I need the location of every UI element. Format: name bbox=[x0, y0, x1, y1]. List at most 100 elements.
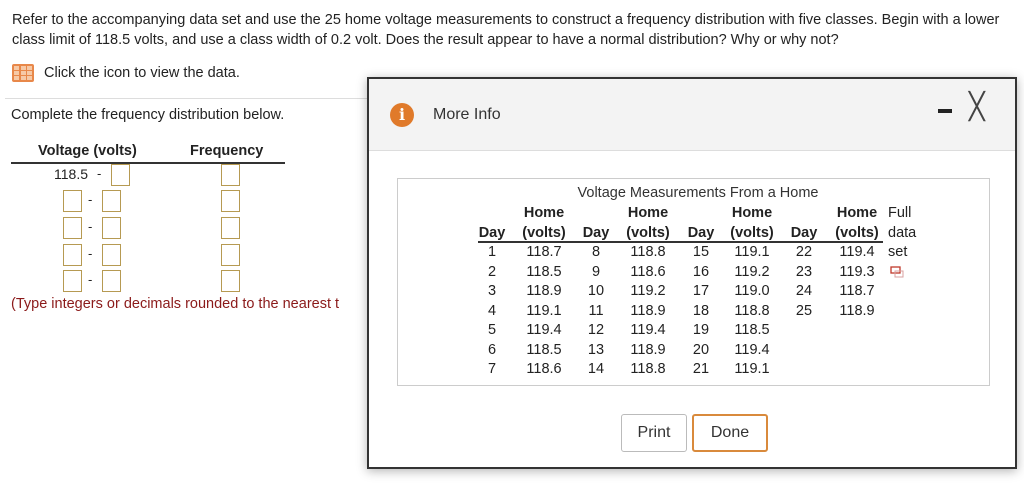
voltage-cell: 119.4 bbox=[839, 244, 875, 260]
voltage-cell: 119.4 bbox=[630, 322, 666, 338]
day-cell: 6 bbox=[487, 341, 497, 358]
voltage-cell: 118.6 bbox=[630, 263, 666, 280]
dialog-header: i More Info ╳ bbox=[369, 79, 1015, 151]
column-header-home: Home bbox=[836, 205, 878, 221]
minimize-button[interactable] bbox=[938, 109, 952, 113]
voltage-cell: 118.9 bbox=[630, 302, 666, 319]
voltage-cell: 118.9 bbox=[839, 302, 875, 319]
lower-limit-input-5[interactable] bbox=[63, 270, 82, 292]
day-cell: 20 bbox=[692, 341, 710, 358]
data-table-panel: Voltage Measurements From a Home Full da… bbox=[397, 178, 990, 386]
column-header-day: Day bbox=[582, 225, 610, 241]
close-icon[interactable]: ╳ bbox=[969, 93, 985, 119]
voltage-cell: 118.7 bbox=[839, 283, 875, 299]
column-header-day: Day bbox=[687, 225, 715, 241]
frequency-input-3[interactable] bbox=[221, 217, 240, 239]
day-cell: 22 bbox=[795, 244, 813, 260]
dash: - bbox=[88, 246, 93, 261]
frequency-input-2[interactable] bbox=[221, 190, 240, 212]
day-cell: 17 bbox=[692, 283, 710, 299]
voltage-cell: 118.8 bbox=[734, 302, 770, 319]
day-cell: 24 bbox=[795, 283, 813, 299]
day-cell: 1 bbox=[487, 244, 497, 260]
day-cell: 18 bbox=[692, 302, 710, 319]
column-header-home: Home bbox=[627, 205, 669, 221]
full-data-label[interactable]: Full bbox=[888, 205, 944, 221]
lower-limit-input-4[interactable] bbox=[63, 244, 82, 266]
day-cell: 2 bbox=[487, 263, 497, 280]
voltage-cell: 119.2 bbox=[630, 283, 666, 299]
day-cell: 25 bbox=[795, 302, 813, 319]
more-info-dialog: i More Info ╳ Voltage Measurements From … bbox=[367, 77, 1017, 469]
voltage-header: Voltage (volts) bbox=[38, 143, 137, 159]
upper-limit-input-1[interactable] bbox=[111, 164, 130, 186]
full-data-label[interactable]: data bbox=[888, 225, 944, 241]
print-button[interactable]: Print bbox=[621, 414, 687, 452]
voltage-cell: 118.5 bbox=[734, 322, 770, 338]
voltage-cell: 119.2 bbox=[734, 263, 770, 280]
day-cell: 11 bbox=[588, 302, 604, 319]
voltage-cell: 118.8 bbox=[630, 361, 666, 377]
column-header-day: Day bbox=[790, 225, 818, 241]
full-data-label[interactable]: set bbox=[888, 244, 944, 260]
voltage-cell: 118.5 bbox=[526, 341, 562, 358]
day-cell: 4 bbox=[487, 302, 497, 319]
column-header-volts: (volts) bbox=[522, 225, 566, 241]
lower-limit-input-2[interactable] bbox=[63, 190, 82, 212]
done-button[interactable]: Done bbox=[692, 414, 768, 452]
data-link-text: Click the icon to view the data. bbox=[44, 65, 240, 81]
question-text: Refer to the accompanying data set and u… bbox=[12, 12, 1000, 48]
voltage-cell: 119.1 bbox=[526, 302, 562, 319]
info-icon: i bbox=[390, 103, 414, 127]
instruction-text: Complete the frequency distribution belo… bbox=[11, 107, 285, 123]
dash: - bbox=[88, 192, 93, 207]
first-lower-limit: 118.5 bbox=[54, 166, 88, 182]
day-cell: 23 bbox=[795, 263, 813, 280]
table-title: Voltage Measurements From a Home bbox=[577, 185, 819, 201]
lower-limit-input-3[interactable] bbox=[63, 217, 82, 239]
data-link-row[interactable]: Click the icon to view the data. bbox=[12, 64, 240, 82]
day-cell: 7 bbox=[487, 361, 497, 377]
voltage-cell: 119.4 bbox=[734, 341, 770, 358]
frequency-header: Frequency bbox=[190, 143, 264, 159]
frequency-input-1[interactable] bbox=[221, 164, 240, 186]
data-table-icon[interactable] bbox=[12, 64, 34, 82]
day-cell: 12 bbox=[587, 322, 605, 338]
header-rule bbox=[11, 162, 285, 164]
upper-limit-input-3[interactable] bbox=[102, 217, 121, 239]
frequency-input-5[interactable] bbox=[221, 270, 240, 292]
column-header-day: Day bbox=[478, 225, 506, 241]
column-header-home: Home bbox=[523, 205, 565, 221]
voltage-cell: 118.8 bbox=[630, 244, 666, 260]
column-header-volts: (volts) bbox=[626, 225, 670, 241]
upper-limit-input-5[interactable] bbox=[102, 270, 121, 292]
column-header-volts: (volts) bbox=[835, 225, 879, 241]
upper-limit-input-2[interactable] bbox=[102, 190, 121, 212]
day-cell: 13 bbox=[587, 341, 605, 358]
table-header-rule bbox=[478, 241, 883, 243]
voltage-cell: 118.5 bbox=[526, 263, 562, 280]
day-cell: 19 bbox=[692, 322, 710, 338]
dash: - bbox=[88, 272, 93, 287]
voltage-cell: 119.1 bbox=[734, 244, 770, 260]
day-cell: 9 bbox=[591, 263, 601, 280]
voltage-cell: 118.9 bbox=[630, 341, 666, 358]
day-cell: 3 bbox=[487, 283, 497, 299]
popout-icon[interactable] bbox=[890, 266, 904, 278]
day-cell: 15 bbox=[692, 244, 710, 260]
column-header-volts: (volts) bbox=[730, 225, 774, 241]
day-cell: 5 bbox=[487, 322, 497, 338]
frequency-input-4[interactable] bbox=[221, 244, 240, 266]
voltage-cell: 118.7 bbox=[526, 244, 562, 260]
voltage-cell: 119.4 bbox=[526, 322, 562, 338]
voltage-cell: 119.3 bbox=[839, 263, 875, 280]
hint-text: (Type integers or decimals rounded to th… bbox=[11, 296, 340, 312]
voltage-cell: 118.6 bbox=[526, 361, 562, 377]
day-cell: 10 bbox=[587, 283, 605, 299]
divider bbox=[5, 98, 375, 99]
voltage-cell: 119.1 bbox=[734, 361, 770, 377]
day-cell: 21 bbox=[692, 361, 710, 377]
upper-limit-input-4[interactable] bbox=[102, 244, 121, 266]
day-cell: 8 bbox=[591, 244, 601, 260]
dialog-title: More Info bbox=[433, 106, 501, 123]
